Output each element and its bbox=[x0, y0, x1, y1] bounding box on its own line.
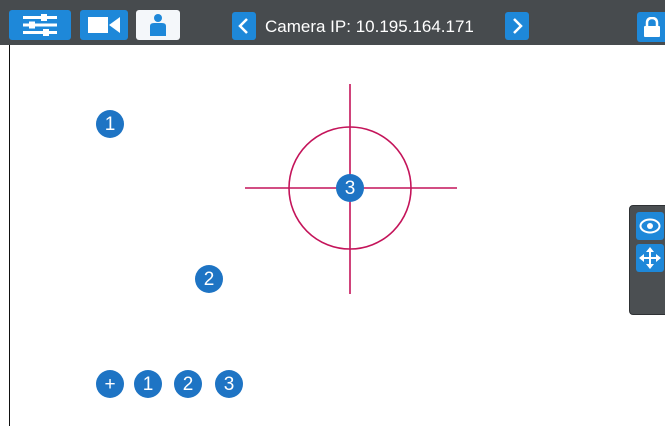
preset-button-3[interactable]: 3 bbox=[215, 370, 243, 398]
position-marker-2[interactable]: 2 bbox=[195, 265, 223, 293]
marker-label: 3 bbox=[344, 177, 356, 199]
preset-label: 2 bbox=[182, 373, 194, 395]
preset-label: 1 bbox=[142, 373, 154, 395]
position-marker-1[interactable]: 1 bbox=[96, 110, 124, 138]
view-button[interactable] bbox=[636, 212, 664, 240]
side-panel bbox=[629, 205, 665, 315]
preset-button-2[interactable]: 2 bbox=[174, 370, 202, 398]
crosshair-target bbox=[245, 84, 457, 294]
marker-label: 1 bbox=[104, 113, 116, 135]
marker-label: 2 bbox=[203, 268, 215, 290]
plus-icon: + bbox=[104, 373, 116, 395]
eye-icon bbox=[639, 218, 661, 234]
add-preset-button[interactable]: + bbox=[96, 370, 124, 398]
move-arrows-icon bbox=[639, 247, 661, 269]
move-button[interactable] bbox=[636, 244, 664, 272]
preset-label: 3 bbox=[223, 373, 235, 395]
position-marker-3[interactable]: 3 bbox=[336, 174, 364, 202]
preset-button-1[interactable]: 1 bbox=[134, 370, 162, 398]
